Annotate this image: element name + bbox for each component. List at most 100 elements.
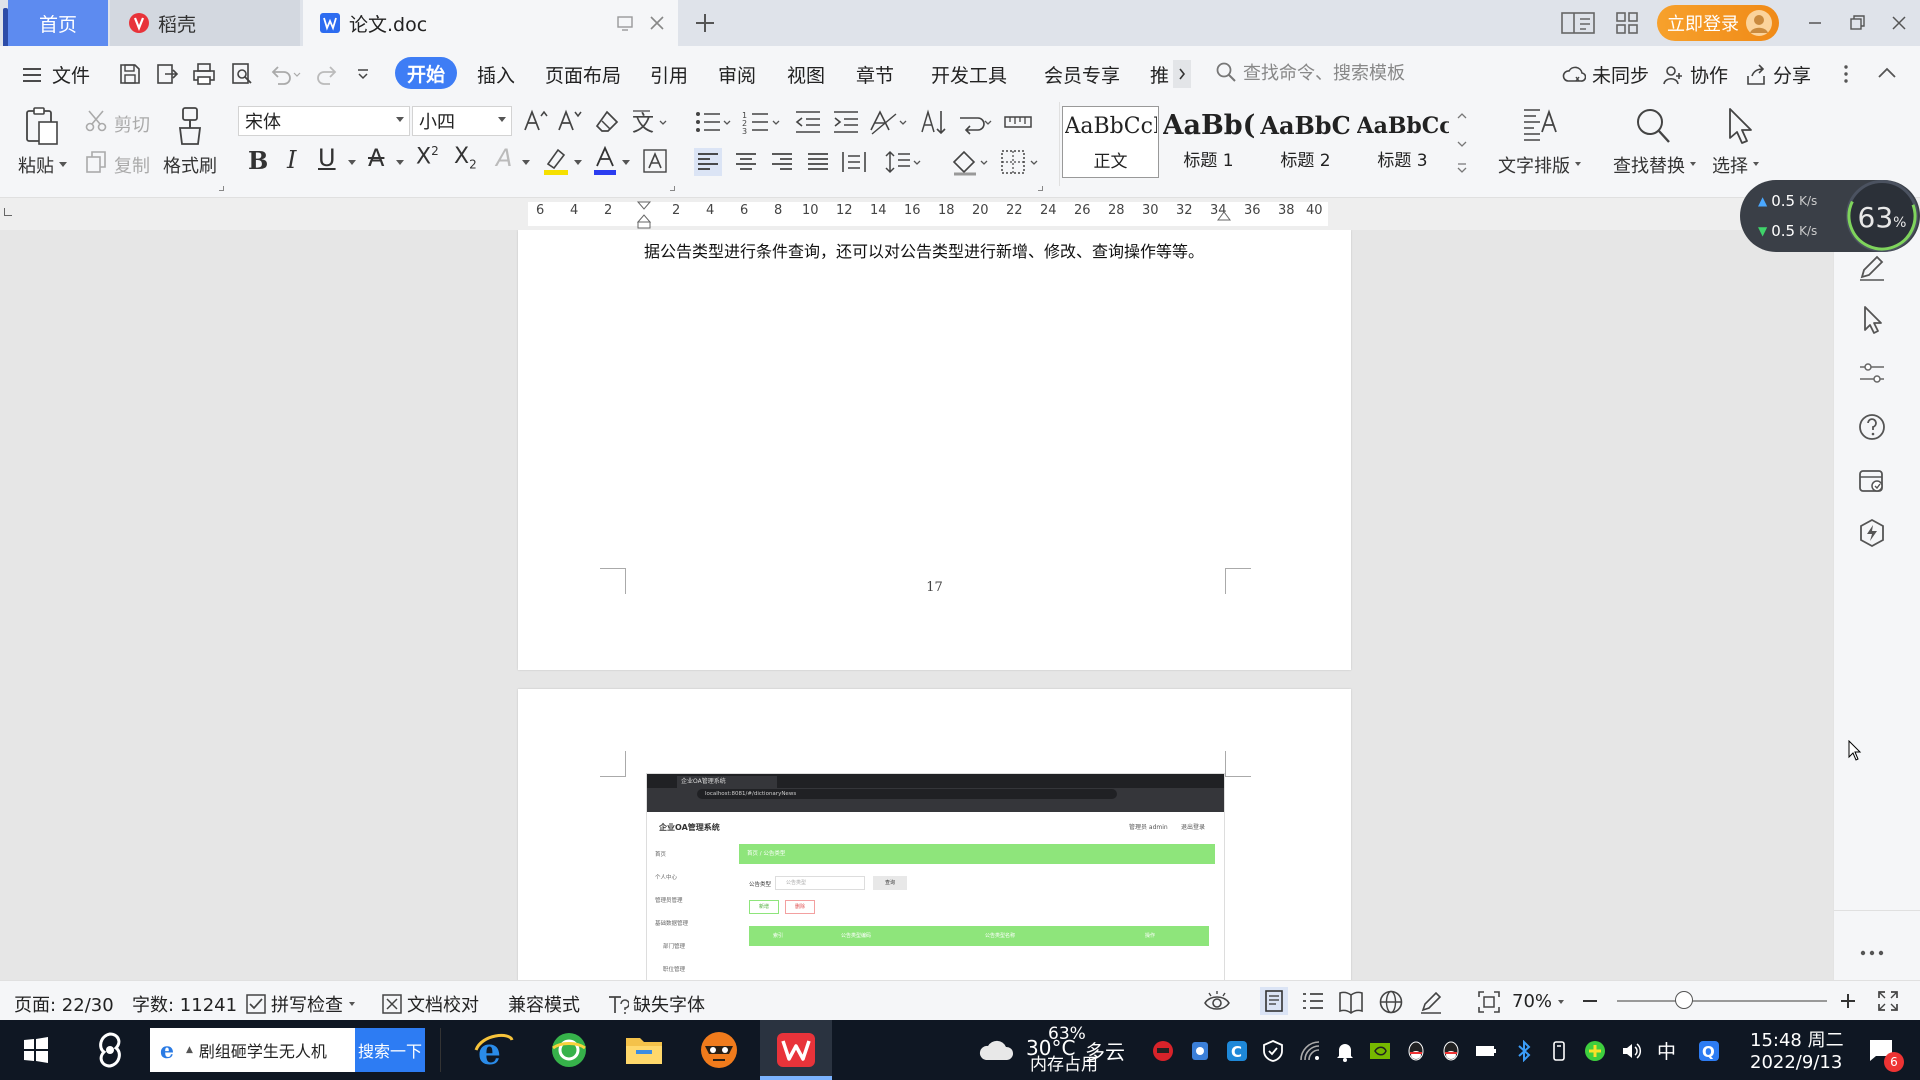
reading-view-icon[interactable] bbox=[1338, 989, 1364, 1015]
login-button[interactable]: 立即登录 bbox=[1657, 5, 1779, 41]
text-effect-button[interactable]: A bbox=[496, 144, 512, 172]
menu-recommend[interactable]: 推 bbox=[1150, 61, 1169, 88]
italic-button[interactable]: I bbox=[287, 146, 296, 174]
align-right-icon[interactable] bbox=[768, 148, 796, 176]
find-replace-icon[interactable] bbox=[1634, 106, 1672, 146]
tab-daoke[interactable]: 稻壳 bbox=[110, 0, 300, 46]
align-center-icon[interactable] bbox=[732, 148, 760, 176]
bold-button[interactable]: B bbox=[248, 146, 268, 175]
menu-member[interactable]: 会员专享 bbox=[1044, 61, 1120, 88]
distribute-icon[interactable] bbox=[840, 148, 868, 176]
word-count[interactable]: 字数: 11241 bbox=[132, 991, 237, 1017]
document-page[interactable]: 企业OA管理系统 localhost:8081/#/dictionaryNews… bbox=[518, 689, 1351, 980]
menu-view[interactable]: 视图 bbox=[787, 61, 825, 88]
undo-icon[interactable] bbox=[268, 62, 302, 86]
outline-view-icon[interactable] bbox=[1300, 989, 1326, 1015]
more-options-icon[interactable] bbox=[1840, 62, 1852, 86]
eye-protection-icon[interactable] bbox=[1203, 989, 1231, 1015]
backup-icon[interactable] bbox=[1855, 464, 1889, 498]
missing-font-button[interactable]: 缺失字体 bbox=[607, 991, 705, 1017]
tab-document[interactable]: 论文.doc bbox=[303, 0, 678, 46]
save-icon[interactable] bbox=[118, 62, 142, 86]
clear-format-icon[interactable] bbox=[594, 109, 620, 135]
export-icon[interactable] bbox=[155, 62, 179, 86]
print-icon[interactable] bbox=[192, 62, 216, 86]
zoom-level-select[interactable]: 70% bbox=[1512, 991, 1565, 1012]
internet-explorer-icon[interactable]: e bbox=[472, 1028, 516, 1072]
weather-cloud-icon[interactable] bbox=[978, 1034, 1016, 1068]
tray-green-app-icon[interactable] bbox=[1584, 1040, 1606, 1062]
pin-window-icon[interactable] bbox=[616, 14, 634, 32]
zoom-dropdown[interactable] bbox=[1558, 999, 1565, 1004]
font-name-select[interactable]: 宋体 bbox=[238, 106, 410, 136]
menu-developer-tools[interactable]: 开发工具 bbox=[931, 61, 1007, 88]
ime-q-icon[interactable]: Q bbox=[1698, 1040, 1720, 1062]
zoom-out-icon[interactable] bbox=[1580, 991, 1600, 1011]
menu-file[interactable]: 文件 bbox=[22, 61, 90, 88]
network-speed-widget[interactable]: ▲ 0.5 K/s ▼ 0.5 K/s 63% bbox=[1740, 180, 1920, 252]
text-effect-dropdown[interactable] bbox=[522, 160, 530, 165]
command-search[interactable]: 查找命令、搜索模板 bbox=[1215, 59, 1405, 85]
show-marks-icon[interactable] bbox=[956, 108, 996, 136]
volume-icon[interactable] bbox=[1620, 1040, 1642, 1062]
style-heading-3[interactable]: AaBbCcl 标题 3 bbox=[1354, 106, 1451, 178]
fullscreen-icon[interactable] bbox=[1876, 989, 1900, 1013]
menu-start[interactable]: 开始 bbox=[395, 57, 457, 89]
bluetooth-icon[interactable] bbox=[1513, 1040, 1535, 1062]
redo-icon[interactable] bbox=[316, 62, 340, 86]
page-indicator[interactable]: 页面: 22/30 bbox=[14, 991, 114, 1017]
zoom-in-icon[interactable] bbox=[1838, 991, 1858, 1011]
paste-dropdown[interactable] bbox=[59, 162, 67, 167]
sort-icon[interactable] bbox=[920, 108, 948, 136]
new-tab-icon[interactable] bbox=[693, 11, 717, 35]
spell-check-button[interactable]: 拼写检查 bbox=[245, 991, 355, 1017]
menu-references[interactable]: 引用 bbox=[650, 61, 688, 88]
qq-secondary-icon[interactable] bbox=[1440, 1040, 1462, 1062]
format-painter-icon[interactable] bbox=[175, 106, 205, 146]
borders-icon[interactable] bbox=[1000, 148, 1042, 176]
ai-assistant-icon[interactable] bbox=[1855, 516, 1889, 550]
page-view-icon[interactable] bbox=[1260, 987, 1288, 1015]
copy-icon[interactable] bbox=[84, 150, 108, 174]
web-view-icon[interactable] bbox=[1378, 989, 1404, 1015]
style-heading-2[interactable]: AaBbC 标题 2 bbox=[1257, 106, 1354, 178]
align-left-icon[interactable] bbox=[694, 148, 722, 176]
bullet-list-icon[interactable] bbox=[694, 109, 734, 135]
print-preview-icon[interactable] bbox=[230, 62, 254, 86]
ruler-toggle-icon[interactable] bbox=[1004, 110, 1032, 134]
clock-date[interactable]: 2022/9/13 bbox=[1750, 1052, 1842, 1073]
zoom-slider-track[interactable] bbox=[1617, 1000, 1827, 1002]
taskbar-search-button[interactable]: 搜索一下 bbox=[355, 1028, 425, 1072]
line-spacing-icon[interactable] bbox=[884, 148, 924, 176]
clock-time[interactable]: 15:48 周二 bbox=[1750, 1026, 1844, 1052]
right-indent-marker[interactable] bbox=[1216, 208, 1232, 222]
mascot-app-icon[interactable] bbox=[697, 1028, 741, 1072]
tray-app-red-icon[interactable] bbox=[1152, 1040, 1174, 1062]
spell-check-dropdown[interactable] bbox=[349, 1002, 355, 1006]
font-group-expand[interactable] bbox=[670, 186, 675, 191]
strikethrough-button[interactable]: A bbox=[368, 144, 384, 172]
assistant-app-icon[interactable] bbox=[88, 1028, 132, 1072]
select-label[interactable]: 选择 bbox=[1712, 152, 1748, 178]
fit-page-icon[interactable] bbox=[1476, 989, 1502, 1015]
qq-icon[interactable] bbox=[1405, 1040, 1427, 1062]
style-gallery-scroll-icon[interactable] bbox=[1455, 108, 1469, 180]
notification-bell-icon[interactable] bbox=[1334, 1040, 1356, 1062]
superscript-button[interactable]: X2 bbox=[416, 144, 439, 169]
left-indent-marker[interactable] bbox=[636, 200, 652, 230]
font-color-dropdown[interactable] bbox=[622, 160, 630, 165]
wifi-icon[interactable] bbox=[1299, 1040, 1321, 1062]
menu-scroll-right-icon[interactable] bbox=[1173, 60, 1191, 88]
write-mode-icon[interactable] bbox=[1418, 989, 1444, 1015]
style-heading-1[interactable]: AaBb( 标题 1 bbox=[1160, 106, 1257, 178]
cut-icon[interactable] bbox=[84, 109, 108, 133]
embedded-screenshot[interactable]: 企业OA管理系统 localhost:8081/#/dictionaryNews… bbox=[646, 773, 1225, 980]
cut-label[interactable]: 剪切 bbox=[114, 111, 150, 137]
menu-review[interactable]: 审阅 bbox=[718, 61, 756, 88]
360-browser-icon[interactable] bbox=[547, 1028, 591, 1072]
close-window-icon[interactable] bbox=[1884, 8, 1914, 38]
strikethrough-dropdown[interactable] bbox=[396, 160, 404, 165]
select-cursor-icon[interactable] bbox=[1722, 106, 1756, 146]
help-icon[interactable] bbox=[1855, 410, 1889, 444]
highlight-icon[interactable] bbox=[542, 146, 570, 176]
